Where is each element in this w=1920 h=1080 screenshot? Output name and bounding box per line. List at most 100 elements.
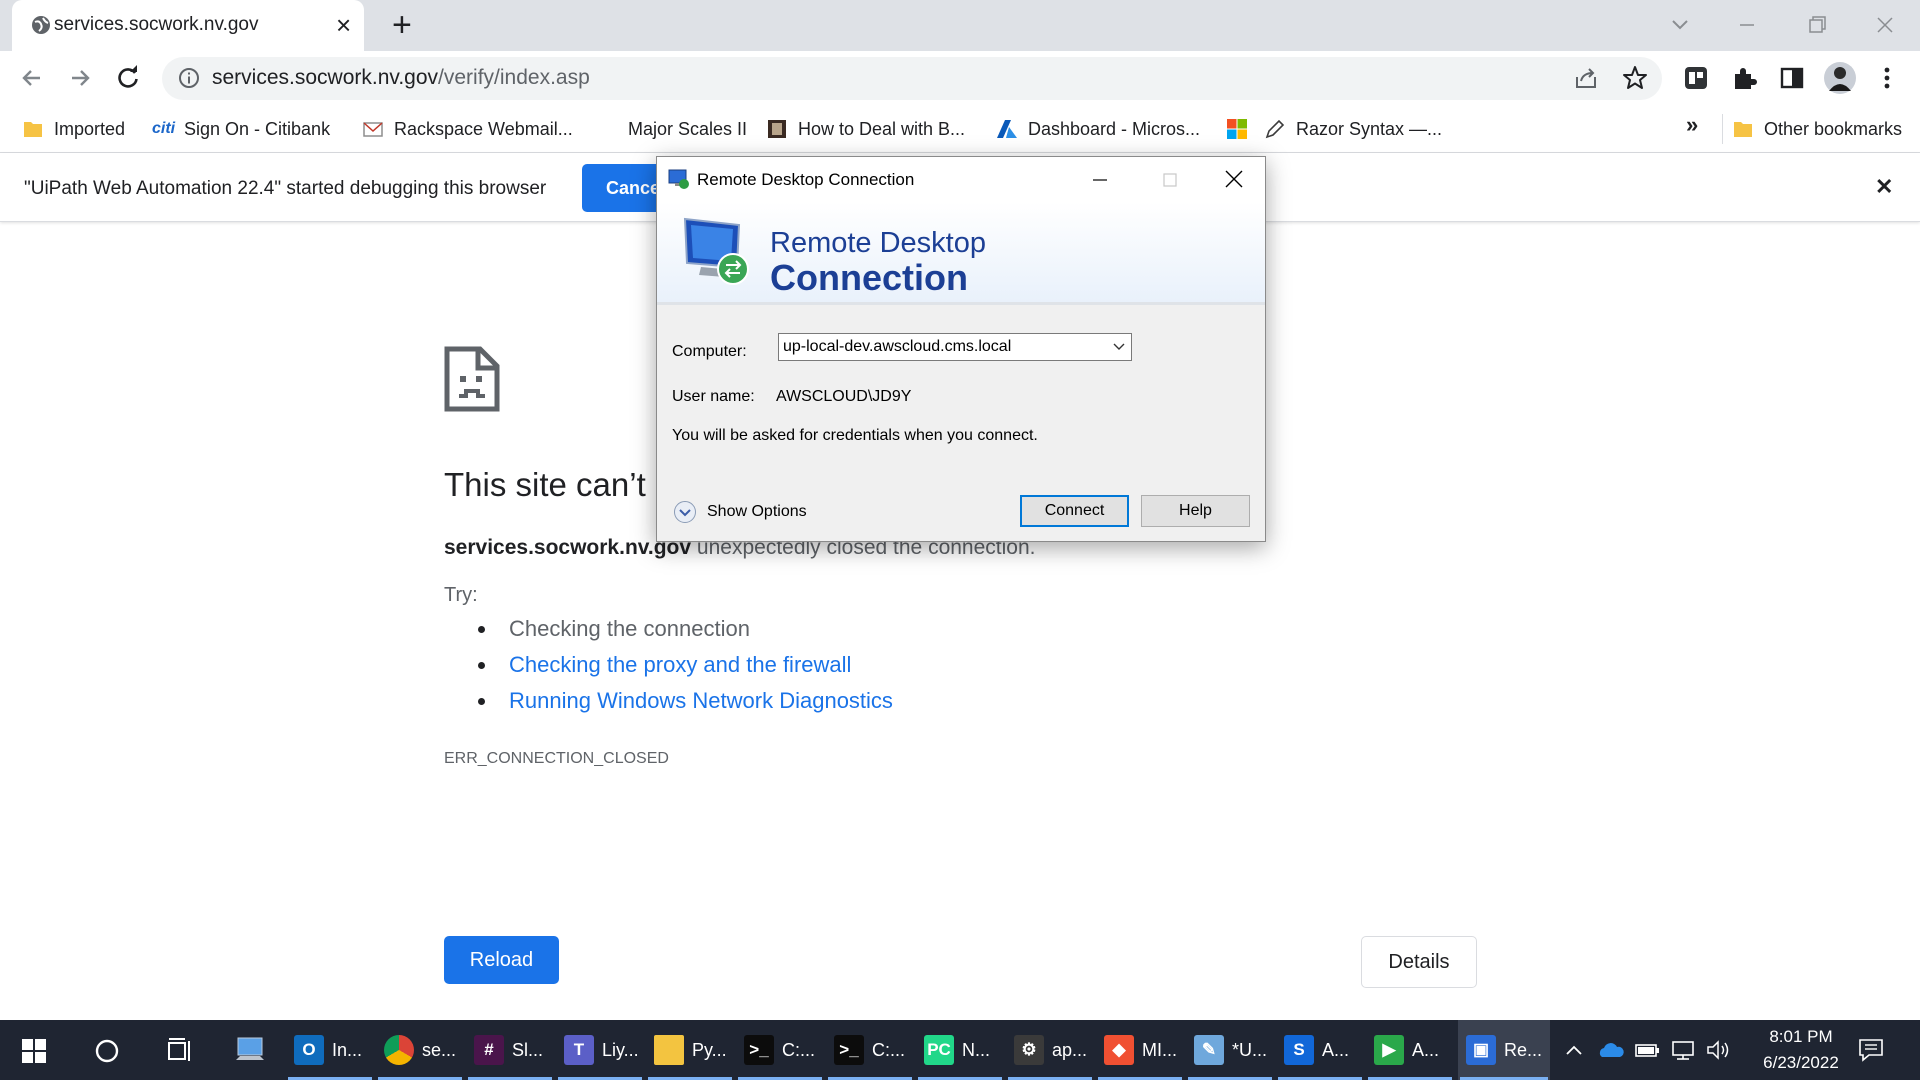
star-icon[interactable] [1621,64,1649,92]
credentials-notice: You will be asked for credentials when y… [672,427,1038,444]
notifications-icon[interactable] [1857,1037,1885,1063]
bookmark-citibank[interactable]: citi Sign On - Citibank [152,114,330,144]
banner-title-line2: Connection [770,257,968,298]
taskbar-app-pycharm[interactable]: PC N... [916,1020,1004,1080]
pen-icon [1265,119,1285,139]
onedrive-icon[interactable] [1597,1040,1625,1060]
bookmark-dashboard[interactable]: Dashboard - Micros... [996,114,1200,144]
slack-icon: # [474,1035,504,1065]
extensions-puzzle-icon[interactable] [1730,64,1758,92]
back-icon[interactable] [18,64,46,92]
taskbar-app-label: A... [1412,1039,1440,1060]
bookmark-imported[interactable]: Imported [22,114,125,144]
help-button[interactable]: Help [1141,495,1250,527]
folder-icon [654,1035,684,1065]
remote-desktop-logo-icon [679,213,755,291]
tray-overflow-chevron-icon[interactable] [1563,1040,1585,1060]
taskbar-app-slack[interactable]: # Sl... [466,1020,554,1080]
tab-close-icon[interactable]: × [336,10,351,41]
taskbar-app-git[interactable]: ◆ MI... [1096,1020,1184,1080]
new-tab-button[interactable]: + [392,6,412,45]
side-panel-icon[interactable] [1778,64,1806,92]
s-app-icon: S [1284,1035,1314,1065]
other-bookmarks[interactable]: Other bookmarks [1732,114,1902,144]
taskbar-app-media[interactable]: ▶ A... [1366,1020,1454,1080]
bookmarks-overflow-icon[interactable]: » [1686,112,1698,138]
book-icon [768,120,786,138]
computer-combobox[interactable]: up-local-dev.awscloud.cms.local [778,333,1132,361]
clock-time[interactable]: 8:01 PM [1756,1027,1846,1047]
bookmark-label: How to Deal with B... [798,118,966,139]
taskbar-app-chrome[interactable]: se... [376,1020,464,1080]
volume-icon[interactable] [1705,1039,1733,1061]
taskbar-app-notepad[interactable]: ✎ *U... [1186,1020,1274,1080]
desktop-pinned-icon[interactable] [234,1034,268,1066]
taskbar-app-gear[interactable]: ⚙ ap... [1006,1020,1094,1080]
chevron-down-icon[interactable] [1113,342,1125,352]
dialog-title: Remote Desktop Connection [697,170,915,189]
cortana-search-icon[interactable] [94,1038,120,1064]
site-info-icon[interactable] [178,67,200,89]
taskbar-app-cmd[interactable]: >_ C:... [826,1020,914,1080]
bookmark-razor-syntax[interactable]: Razor Syntax —... [1264,114,1442,144]
bookmark-microsoft[interactable] [1226,114,1248,144]
minimize-icon[interactable] [1727,8,1767,42]
username-label: User name: [672,388,755,405]
windows-start-icon[interactable] [22,1039,46,1063]
menu-kebab-icon[interactable] [1880,64,1894,92]
taskbar-app-folder[interactable]: Py... [646,1020,734,1080]
forward-icon[interactable] [66,64,94,92]
dialog-minimize-icon[interactable] [1077,167,1123,193]
network-icon[interactable] [1669,1039,1697,1061]
other-bookmarks-label: Other bookmarks [1764,118,1903,139]
bookmark-label: Rackspace Webmail... [394,118,573,139]
suggestion-link-proxy[interactable]: Checking the proxy and the firewall [478,652,851,678]
tab-search-icon[interactable] [1660,8,1700,42]
taskbar-app-label: A... [1322,1039,1350,1060]
extension-uipath-icon[interactable] [1682,64,1710,92]
cmd-icon: >_ [834,1035,864,1065]
bookmark-label: Major Scales II [628,118,748,139]
bookmark-major-scales[interactable]: Major Scales II [628,114,747,144]
bookmark-rackspace[interactable]: Rackspace Webmail... [362,114,573,144]
taskbar-app-label: Sl... [512,1039,544,1060]
bookmark-label: Sign On - Citibank [184,118,331,139]
task-view-icon[interactable] [166,1037,194,1065]
taskbar-app-label: Re... [1504,1039,1543,1060]
show-options-chevron-icon[interactable] [673,500,697,524]
infobar-close-icon[interactable]: ✕ [1875,174,1893,200]
connect-button[interactable]: Connect [1020,495,1129,527]
bookmark-how-to-deal[interactable]: How to Deal with B... [766,114,965,144]
error-code: ERR_CONNECTION_CLOSED [444,750,669,767]
bookmark-label: Imported [54,118,126,139]
suggestion-item: Checking the connection [478,616,750,642]
show-options-link[interactable]: Show Options [707,503,807,521]
git-icon: ◆ [1104,1035,1134,1065]
taskbar-app-cmd[interactable]: >_ C:... [736,1020,824,1080]
restore-icon[interactable] [1797,8,1837,42]
dialog-close-icon[interactable] [1211,165,1257,193]
window-close-icon[interactable] [1865,8,1905,42]
suggestion-link-diagnostics[interactable]: Running Windows Network Diagnostics [478,688,893,714]
taskbar-app-label: Py... [692,1039,727,1060]
details-button[interactable]: Details [1361,936,1477,988]
taskbar-app-label: In... [332,1039,363,1060]
globe-icon [30,14,52,36]
share-icon[interactable] [1573,65,1599,91]
taskbar-app-s-app[interactable]: S A... [1276,1020,1364,1080]
taskbar-app-remote-desktop[interactable]: ▣ Re... [1458,1020,1550,1080]
taskbar-app-teams[interactable]: T Liy... [556,1020,644,1080]
clock-date[interactable]: 6/23/2022 [1744,1053,1858,1073]
reload-button[interactable]: Reload [444,936,559,984]
computer-label: Computer: [672,343,747,360]
profile-avatar[interactable] [1823,61,1857,95]
taskbar-app-outlook[interactable]: O In... [286,1020,374,1080]
media-icon: ▶ [1374,1035,1404,1065]
taskbar-app-label: *U... [1232,1039,1268,1060]
computer-value: up-local-dev.awscloud.cms.local [783,338,1012,355]
battery-icon[interactable] [1633,1040,1661,1060]
folder-icon [24,122,42,137]
reload-icon[interactable] [114,64,142,92]
taskbar-app-label: MI... [1142,1039,1177,1060]
azure-icon [997,120,1017,138]
